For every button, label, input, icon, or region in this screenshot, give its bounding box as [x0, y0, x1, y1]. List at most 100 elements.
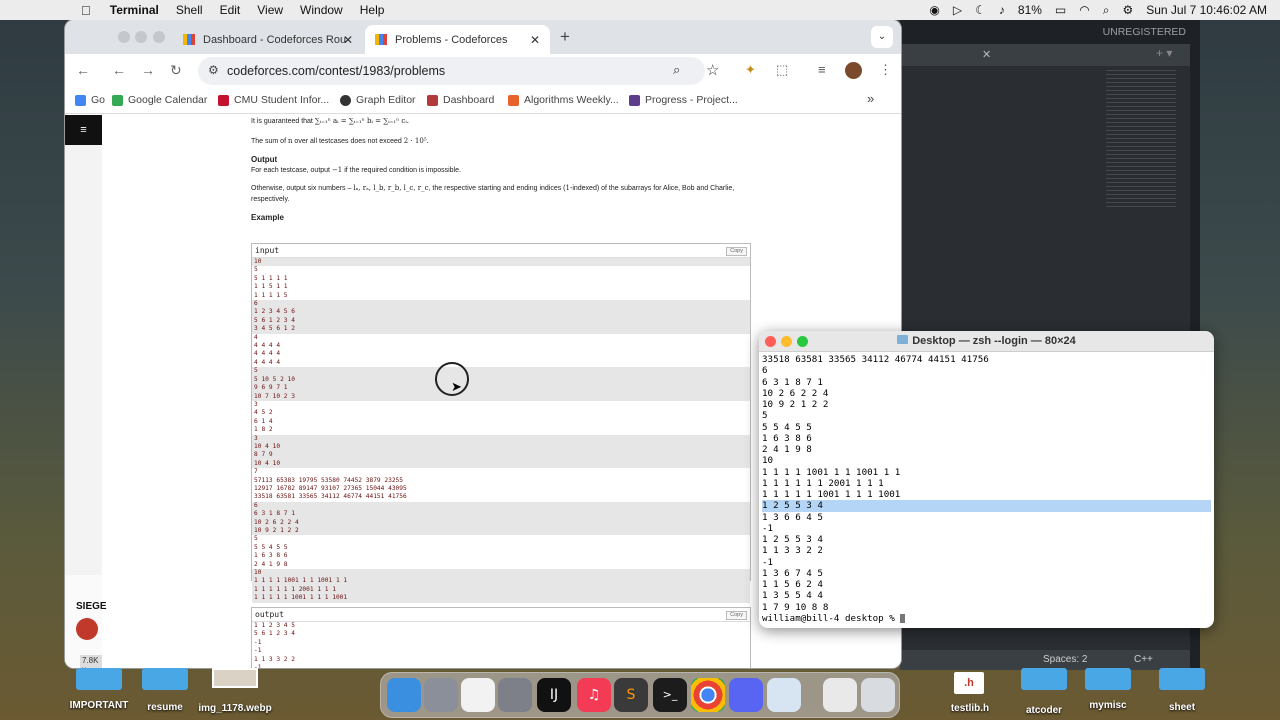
settings-icon[interactable]	[498, 678, 532, 712]
media-icon[interactable]: ≡	[818, 62, 826, 77]
clock[interactable]: Sun Jul 7 10:46:02 AM	[1146, 3, 1267, 17]
text: -indexed) of the subarrays for Alice, Bo…	[569, 185, 735, 192]
channel-avatar[interactable]	[76, 618, 98, 640]
apple-menu-icon[interactable]: 	[81, 3, 91, 18]
documents-icon[interactable]	[823, 678, 857, 712]
desktop-icon-testlib[interactable]: testlib.h	[940, 703, 1000, 714]
spotlight-icon[interactable]: ⌕	[1103, 3, 1110, 18]
tab-problems[interactable]: Problems - Codeforces ✕	[365, 25, 550, 54]
chrome-icon[interactable]	[691, 678, 725, 712]
reload-icon[interactable]: ↻	[170, 62, 182, 79]
window-close-button[interactable]	[118, 31, 130, 43]
bookmark-item[interactable]: Progress - Project...	[629, 94, 738, 106]
desktop-icon-important[interactable]: IMPORTANT	[60, 700, 138, 711]
menu-window[interactable]: Window	[300, 3, 343, 17]
file-h-icon[interactable]: .h	[954, 672, 984, 694]
status-language[interactable]: C++	[1134, 654, 1153, 665]
menu-help[interactable]: Help	[360, 3, 385, 17]
text-line: 3	[254, 400, 258, 408]
trash-icon[interactable]	[861, 678, 895, 712]
wifi-icon[interactable]: ◠	[1079, 3, 1089, 17]
hamburger-icon[interactable]: ≡	[65, 115, 102, 145]
menu-icon[interactable]: ⋮	[879, 62, 892, 78]
address-bar[interactable]: ⚙ codeforces.com/contest/1983/problems ⌕	[198, 57, 705, 85]
zoom-icon[interactable]: ⌕	[673, 62, 680, 78]
finder-icon[interactable]	[387, 678, 421, 712]
bookmark-item[interactable]: Dashboard	[427, 94, 494, 106]
text-line: 10 9 2 1 2 2	[762, 399, 829, 410]
profile-avatar[interactable]	[845, 62, 862, 79]
status-spaces[interactable]: Spaces: 2	[1043, 654, 1087, 665]
bookmark-item[interactable]: Google Calendar	[112, 94, 207, 106]
bookmark-star-icon[interactable]: ☆	[706, 61, 719, 79]
image-thumbnail-icon[interactable]	[212, 668, 258, 688]
record-icon[interactable]: ◉	[929, 3, 939, 17]
copy-button[interactable]: Copy	[726, 611, 747, 620]
bookmark-icon	[629, 94, 640, 106]
discord-icon[interactable]	[729, 678, 763, 712]
input-lines[interactable]: 10 5 5 1 1 1 11 1 5 1 11 1 1 1 561 2 3 4 5…	[252, 258, 750, 603]
audio-icon[interactable]: ♪	[999, 3, 1005, 17]
text-line: 1 2 5 5 3 4	[762, 500, 1211, 512]
preview-icon[interactable]	[767, 678, 801, 712]
control-center-icon[interactable]: ⚙	[1122, 3, 1133, 17]
bookmark-label: Dashboard	[443, 94, 495, 106]
bookmarks-overflow-icon[interactable]: »	[867, 91, 874, 106]
moon-icon[interactable]: ☾	[975, 3, 986, 17]
editor-minimap[interactable]	[1106, 70, 1176, 210]
extension-icon[interactable]: ✦	[745, 62, 756, 78]
folder-icon[interactable]	[1085, 668, 1131, 690]
menu-view[interactable]: View	[257, 3, 283, 17]
desktop-icon-image[interactable]: img_1178.webp	[190, 703, 280, 714]
terminal-output[interactable]: 33518 63581 33565 34112 46774 44151 4175…	[762, 354, 1211, 624]
text-line: 10 4 10	[252, 459, 750, 469]
menu-edit[interactable]: Edit	[220, 3, 241, 17]
terminal-icon[interactable]: >_	[653, 678, 687, 712]
window-minimize-button[interactable]	[135, 31, 147, 43]
bookmark-item[interactable]: CMU Student Infor...	[218, 94, 329, 106]
plus-icon[interactable]: + ▾	[1156, 46, 1172, 60]
bookmark-item[interactable]: Graph Editor	[340, 94, 416, 106]
play-icon[interactable]: ▷	[953, 3, 962, 17]
text-line: 1 7 9 10 8 8	[762, 601, 829, 613]
forward-icon[interactable]: →	[141, 62, 155, 78]
intellij-icon[interactable]: IJ	[537, 678, 571, 712]
launchpad-icon[interactable]	[424, 678, 458, 712]
battery-icon[interactable]: ▭	[1055, 3, 1066, 17]
photos-icon[interactable]	[461, 678, 495, 712]
bookmark-item[interactable]: Algorithms Weekly...	[508, 94, 619, 106]
new-tab-button[interactable]: +	[560, 27, 570, 47]
text-line: 1 1 2 3 4 5	[254, 622, 295, 629]
copy-button[interactable]: Copy	[726, 247, 747, 256]
desktop-icon-sheet[interactable]: sheet	[1152, 702, 1212, 713]
output-lines[interactable]: 1 1 2 3 4 55 6 1 2 3 4-1-11 1 3 3 2 2-11…	[252, 622, 750, 668]
folder-icon[interactable]	[76, 668, 122, 690]
close-icon[interactable]: ✕	[530, 33, 540, 47]
window-zoom-button[interactable]	[153, 31, 165, 43]
folder-icon[interactable]	[142, 668, 188, 690]
site-info-icon[interactable]: ⚙	[208, 63, 219, 77]
tab-dashboard[interactable]: Dashboard - Codeforces Rou ✕	[173, 25, 363, 54]
menu-app-terminal[interactable]: Terminal	[110, 3, 159, 17]
bookmark-icon	[75, 94, 86, 106]
folder-icon[interactable]	[1021, 668, 1067, 690]
tab-search-button[interactable]: ⌄	[871, 26, 893, 48]
puzzle-icon[interactable]: ⬚	[776, 62, 788, 78]
battery-percent[interactable]: 81%	[1018, 3, 1042, 17]
url-text[interactable]: codeforces.com/contest/1983/problems	[227, 64, 445, 78]
desktop-icon-atcoder[interactable]: atcoder	[1012, 705, 1076, 716]
back-icon[interactable]: ←	[112, 62, 126, 78]
text-line: 6	[762, 365, 768, 377]
desktop-icon-mymisc[interactable]: mymisc	[1076, 700, 1140, 711]
sublime-icon[interactable]: S	[614, 678, 648, 712]
back-icon[interactable]: ←	[76, 62, 90, 78]
music-icon[interactable]: ♫	[577, 678, 611, 712]
folder-icon[interactable]	[1159, 668, 1205, 690]
close-icon[interactable]: ✕	[982, 48, 991, 61]
close-icon[interactable]: ✕	[343, 33, 353, 47]
editor-status-bar: Spaces: 2 C++	[900, 650, 1190, 670]
menu-shell[interactable]: Shell	[176, 3, 203, 17]
terminal-prompt[interactable]: william@bill-4 desktop %	[762, 613, 1211, 624]
bookmark-item[interactable]: Go	[75, 94, 105, 106]
bookmark-label: Algorithms Weekly...	[524, 94, 619, 106]
